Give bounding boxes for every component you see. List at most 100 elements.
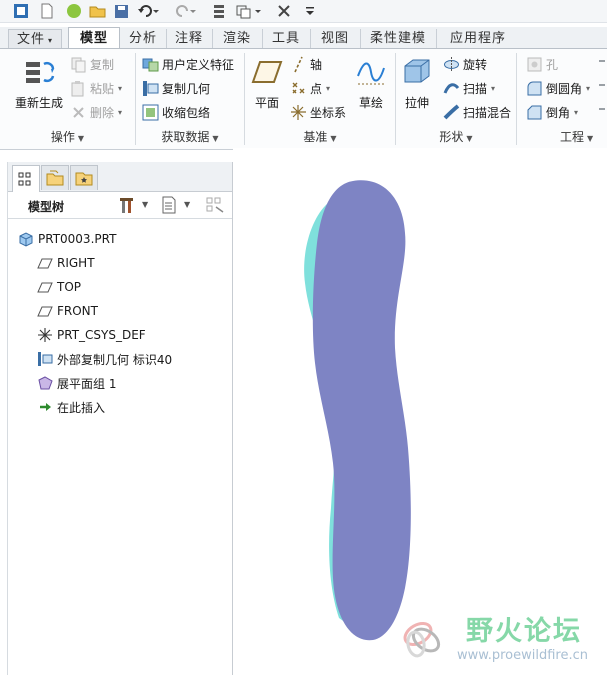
group-shapes-label[interactable]: 形状 ▼ bbox=[396, 128, 516, 146]
group-divider bbox=[516, 53, 517, 145]
group-datum-label[interactable]: 基准 ▼ bbox=[245, 128, 395, 146]
tree-node-label: TOP bbox=[57, 280, 82, 294]
regenerate-button[interactable]: 重新生成 bbox=[12, 56, 66, 111]
tab-analysis[interactable]: 分析 bbox=[120, 29, 167, 48]
point-label: 点 bbox=[310, 81, 323, 96]
round-label: 倒圆角 bbox=[546, 81, 583, 96]
axis-button[interactable]: 轴 bbox=[290, 54, 322, 74]
paste-button[interactable]: 粘贴 ▾ bbox=[70, 78, 122, 98]
close-window-icon[interactable] bbox=[277, 3, 291, 19]
tree-columns-icon[interactable] bbox=[205, 196, 225, 217]
open-file-icon[interactable] bbox=[66, 3, 82, 19]
group-operations-title: 操作 bbox=[50, 130, 75, 144]
tree-node-flatten-quilt[interactable]: 展平面组 1 bbox=[37, 373, 116, 393]
save-icon[interactable] bbox=[114, 3, 129, 19]
group-get-data-label[interactable]: 获取数据 ▼ bbox=[136, 128, 244, 146]
swept-blend-button[interactable]: 扫描混合 bbox=[443, 102, 511, 122]
watermark-flower-icon bbox=[403, 622, 441, 658]
hole-button[interactable]: 孔 bbox=[526, 54, 558, 74]
windows-icon[interactable] bbox=[236, 3, 262, 19]
tree-node-part[interactable]: PRT0003.PRT bbox=[18, 229, 116, 249]
tree-node-csys[interactable]: PRT_CSYS_DEF bbox=[37, 325, 146, 345]
csys-button[interactable]: 坐标系 bbox=[290, 102, 346, 122]
copy-geometry-button[interactable]: 复制几何 bbox=[142, 78, 210, 98]
point-button[interactable]: 点 ▾ bbox=[290, 78, 330, 98]
round-dropdown-arrow[interactable]: ▾ bbox=[586, 84, 590, 93]
folder-browser-icon bbox=[46, 170, 64, 186]
copy-button[interactable]: 复制 bbox=[70, 54, 114, 74]
tab-applications[interactable]: 应用程序 bbox=[440, 29, 516, 48]
tree-settings-icon[interactable] bbox=[118, 196, 136, 217]
extrude-button[interactable]: 拉伸 bbox=[400, 56, 434, 111]
delete-icon bbox=[70, 104, 87, 121]
folder-browser-tab[interactable] bbox=[41, 165, 69, 190]
tab-annotate[interactable]: 注释 bbox=[166, 29, 213, 48]
tab-file-label: 文件 bbox=[16, 32, 45, 47]
tree-filters-dropdown-arrow[interactable]: ▼ bbox=[184, 200, 190, 209]
model-view[interactable] bbox=[233, 148, 607, 675]
shrinkwrap-icon bbox=[142, 104, 159, 121]
graphics-window[interactable] bbox=[233, 148, 607, 675]
navigator-tabs bbox=[8, 162, 232, 192]
sweep-dropdown-arrow[interactable]: ▾ bbox=[491, 84, 495, 93]
regenerate-label: 重新生成 bbox=[14, 96, 63, 110]
tree-node-insert-here[interactable]: 在此插入 bbox=[37, 397, 105, 417]
tree-node-label: PRT0003.PRT bbox=[38, 232, 117, 246]
ribbon: 重新生成 复制 粘贴 ▾ 删除 ▾ 操作 ▼ 用户定义特征 复制几何 收缩包络 获取数… bbox=[0, 48, 607, 150]
delete-button[interactable]: 删除 ▾ bbox=[70, 102, 122, 122]
model-tree-tab[interactable] bbox=[12, 165, 40, 192]
tab-view[interactable]: 视图 bbox=[310, 29, 361, 48]
csys-label: 坐标系 bbox=[310, 105, 347, 120]
tree-filters-icon[interactable] bbox=[161, 196, 177, 217]
chevron-down-icon: ▼ bbox=[77, 134, 85, 143]
tree-settings-dropdown-arrow[interactable]: ▼ bbox=[142, 200, 148, 209]
favorites-tab[interactable] bbox=[70, 165, 98, 190]
tree-node-right-plane[interactable]: RIGHT bbox=[37, 253, 95, 273]
tab-model-label: 模型 bbox=[79, 31, 108, 46]
tab-tools[interactable]: 工具 bbox=[262, 29, 311, 48]
regenerate-icon bbox=[26, 61, 55, 83]
tab-render[interactable]: 渲染 bbox=[212, 29, 263, 48]
sketch-button[interactable]: 草绘 bbox=[354, 56, 388, 111]
ribbon-overflow-icons[interactable] bbox=[597, 57, 607, 121]
chamfer-icon bbox=[526, 104, 543, 121]
tab-model[interactable]: 模型 bbox=[68, 27, 120, 50]
sweep-button[interactable]: 扫描 ▾ bbox=[443, 78, 495, 98]
folder-icon[interactable] bbox=[89, 3, 106, 19]
tab-flexible-modeling[interactable]: 柔性建模 bbox=[360, 29, 437, 48]
datum-axis-icon bbox=[290, 56, 307, 73]
customize-toolbar-icon[interactable] bbox=[305, 3, 315, 19]
tree-node-label: FRONT bbox=[57, 304, 98, 318]
shrinkwrap-label: 收缩包络 bbox=[162, 105, 211, 120]
sweep-icon bbox=[443, 80, 460, 97]
paste-icon bbox=[70, 80, 87, 97]
redo-icon[interactable] bbox=[175, 3, 197, 19]
delete-dropdown-arrow[interactable]: ▾ bbox=[118, 108, 122, 117]
round-button[interactable]: 倒圆角 ▾ bbox=[526, 78, 590, 98]
sweep-label: 扫描 bbox=[463, 81, 488, 96]
point-dropdown-arrow[interactable]: ▾ bbox=[326, 84, 330, 93]
undo-icon[interactable] bbox=[138, 3, 160, 19]
tab-file[interactable]: 文件 ▾ bbox=[8, 29, 62, 50]
plane-button[interactable]: 平面 bbox=[250, 56, 284, 111]
regenerate-quick-icon[interactable] bbox=[212, 3, 228, 19]
hole-label: 孔 bbox=[546, 57, 559, 72]
tree-node-front-plane[interactable]: FRONT bbox=[37, 301, 98, 321]
revolve-button[interactable]: 旋转 bbox=[443, 54, 487, 74]
watermark-text: 野火论坛 bbox=[466, 616, 582, 647]
shrinkwrap-button[interactable]: 收缩包络 bbox=[142, 102, 210, 122]
tree-node-external-copy-geometry[interactable]: 外部复制几何 标识40 bbox=[37, 349, 172, 369]
app-menu-icon[interactable] bbox=[13, 3, 29, 19]
chamfer-button[interactable]: 倒角 ▾ bbox=[526, 102, 578, 122]
tab-annotate-label: 注释 bbox=[174, 31, 203, 46]
paste-dropdown-arrow[interactable]: ▾ bbox=[118, 84, 122, 93]
new-file-icon[interactable] bbox=[40, 3, 54, 19]
model-tree-toolbar: 模型树 ▼ ▼ bbox=[8, 192, 232, 219]
group-operations-label[interactable]: 操作 ▼ bbox=[0, 128, 135, 146]
user-defined-feature-icon bbox=[142, 56, 159, 73]
tree-node-label: PRT_CSYS_DEF bbox=[57, 328, 146, 342]
chamfer-dropdown-arrow[interactable]: ▾ bbox=[574, 108, 578, 117]
tree-node-top-plane[interactable]: TOP bbox=[37, 277, 81, 297]
user-defined-feature-button[interactable]: 用户定义特征 bbox=[142, 54, 234, 74]
group-engineering-label[interactable]: 工程 ▼ bbox=[560, 128, 607, 146]
